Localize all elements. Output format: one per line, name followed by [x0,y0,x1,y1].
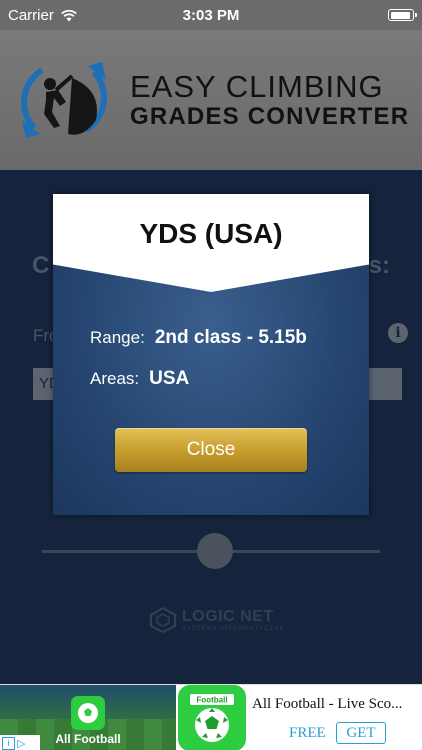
adchoices-icon[interactable]: i ▷ [0,735,40,750]
grade-slider-thumb[interactable] [197,533,233,569]
areas-label: Areas: [90,369,140,388]
areas-row: Areas: USA [90,368,189,390]
status-left: Carrier [8,7,78,24]
ad-banner[interactable]: All Football i ▷ Football All Football -… [0,684,422,750]
ad-title[interactable]: All Football - Live Sco... [252,696,418,713]
carrier-label: Carrier [8,6,54,24]
brand-name: LOGIC NET [182,608,274,625]
developer-brand: LOGIC NET SYSTEMY INFORMATYCZNE [150,607,284,633]
logo-text: EASY CLIMBING GRADES CONVERTER [130,71,409,129]
logic-net-logo-icon [150,607,176,633]
dialog-title: YDS (USA) [139,218,283,249]
logo-subtitle: GRADES CONVERTER [130,102,410,130]
climber-logo-icon [21,62,107,138]
range-label: Range: [90,328,145,347]
heading-left: C [32,252,50,279]
areas-value: USA [149,368,190,389]
status-bar: Carrier 3:03 PM [0,0,422,30]
football-app-icon [71,696,105,730]
range-row: Range: 2nd class - 5.15b [90,327,307,349]
grade-info-dialog: YDS (USA) Range: 2nd class - 5.15b Areas… [53,194,369,515]
logo-title: EASY CLIMBING [130,69,384,105]
battery-icon [388,9,417,21]
battery-level [390,11,410,19]
ad-icon-label: Football [196,696,227,705]
heading-right: s: [368,252,390,279]
app-header: EASY CLIMBING GRADES CONVERTER [0,30,422,170]
close-button[interactable]: Close [115,428,307,472]
ad-image[interactable]: All Football i ▷ [0,685,176,750]
range-value: 2nd class - 5.15b [154,327,307,348]
brand-text: LOGIC NET SYSTEMY INFORMATYCZNE [182,608,284,632]
ad-price: FREE [289,725,326,741]
ad-get-button[interactable]: GET [336,722,386,744]
wifi-icon [61,9,77,21]
brand-subtitle: SYSTEMY INFORMATYCZNE [182,626,285,632]
info-icon[interactable]: i [388,323,408,343]
football-ball-icon[interactable]: Football [178,685,246,750]
